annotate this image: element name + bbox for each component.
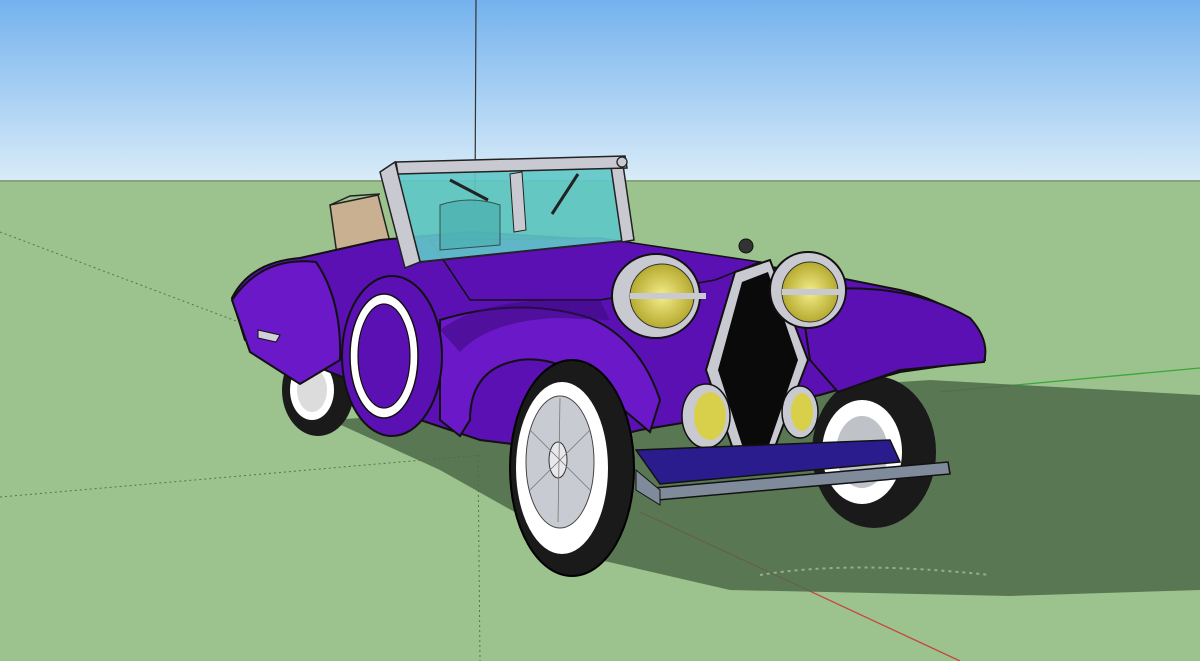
- 3d-scene[interactable]: [0, 0, 1200, 661]
- spare-wheel[interactable]: [341, 275, 443, 437]
- sky: [0, 0, 1200, 182]
- hood-ornament: [738, 238, 754, 254]
- modeling-viewport[interactable]: [0, 0, 1200, 661]
- front-left-wheel[interactable]: [509, 359, 635, 577]
- headlight-right: [769, 251, 847, 329]
